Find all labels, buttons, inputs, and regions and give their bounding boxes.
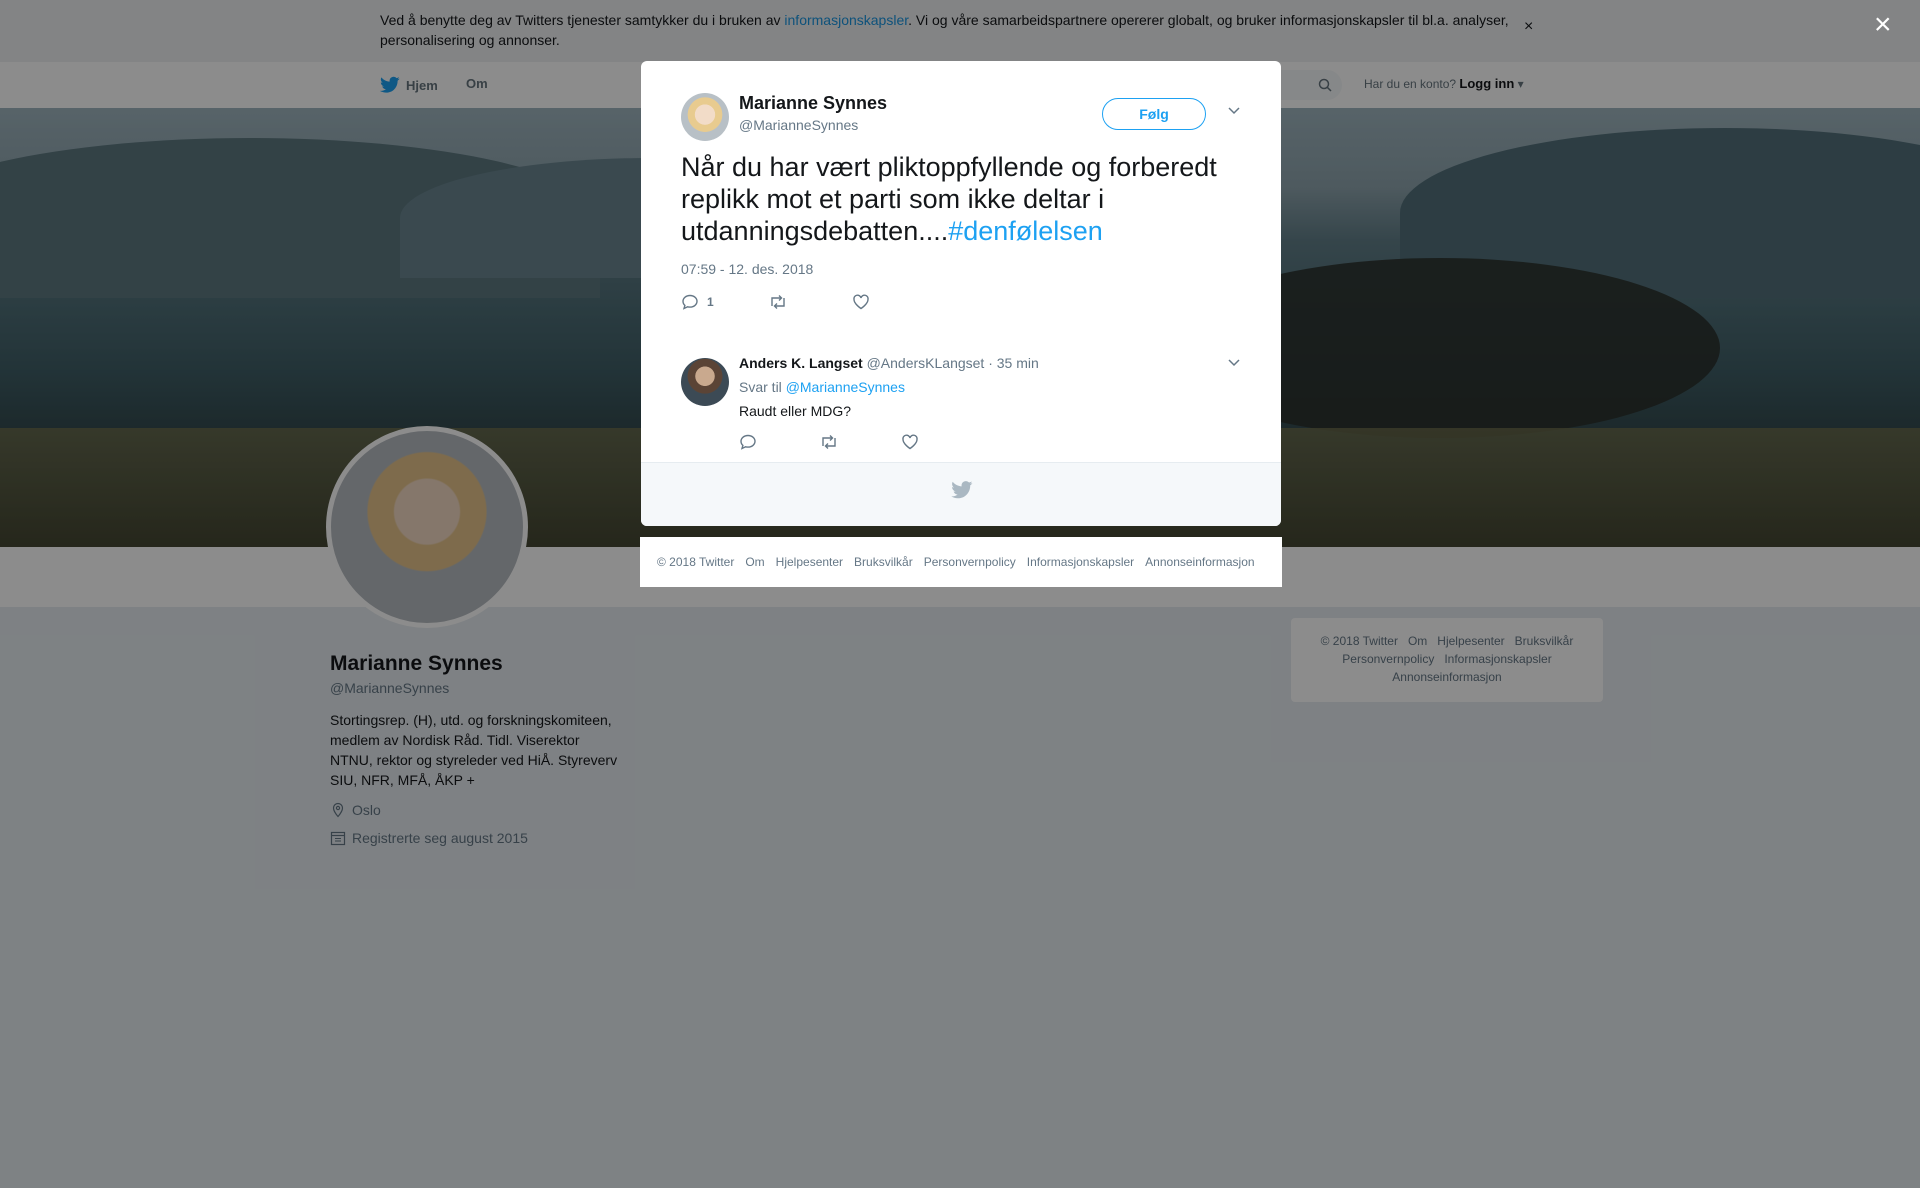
chevron-down-icon[interactable] xyxy=(1227,355,1241,369)
reply-button[interactable]: 1 xyxy=(681,293,714,311)
reply-author-avatar[interactable] xyxy=(681,358,729,406)
tweet-author-handle[interactable]: @MarianneSynnes xyxy=(739,117,858,133)
reply-reply-button[interactable] xyxy=(739,433,757,451)
footer-link[interactable]: Personvernpolicy xyxy=(924,555,1016,569)
footer-link[interactable]: Hjelpesenter xyxy=(776,555,843,569)
reply-tweet[interactable]: Anders K. Langset @AndersKLangset · 35 m… xyxy=(681,353,1247,453)
heart-icon xyxy=(902,434,918,450)
tweet-text: Når du har vært pliktoppfyllende og forb… xyxy=(681,151,1247,247)
tweet-author-name[interactable]: Marianne Synnes xyxy=(739,93,887,114)
reply-to-prefix: Svar til xyxy=(739,379,786,395)
tweet-author-avatar[interactable] xyxy=(681,93,729,141)
footer-link[interactable]: Bruksvilkår xyxy=(854,555,913,569)
follow-button[interactable]: Følg xyxy=(1102,98,1206,130)
reply-to: Svar til @MarianneSynnes xyxy=(739,379,905,395)
tweet-modal: Marianne Synnes @MarianneSynnes Følg Når… xyxy=(641,61,1281,526)
reply-count: 1 xyxy=(707,295,714,309)
footer-link[interactable]: Om xyxy=(745,555,764,569)
like-button[interactable] xyxy=(852,293,870,311)
reply-time[interactable]: · 35 min xyxy=(988,355,1039,371)
reply-icon xyxy=(682,294,698,310)
reply-like-button[interactable] xyxy=(901,433,919,451)
footer-link[interactable]: Annonseinformasjon xyxy=(1145,555,1254,569)
twitter-bird-icon xyxy=(951,481,973,499)
reply-to-handle[interactable]: @MarianneSynnes xyxy=(786,379,905,395)
heart-icon xyxy=(852,294,869,310)
reply-author: Anders K. Langset @AndersKLangset · 35 m… xyxy=(739,355,1039,371)
tweet-timestamp[interactable]: 07:59 - 12. des. 2018 xyxy=(681,261,813,277)
modal-bottom-footer: © 2018 Twitter Om Hjelpesenter Bruksvilk… xyxy=(640,537,1282,587)
reply-text: Raudt eller MDG? xyxy=(739,403,852,419)
chevron-down-icon[interactable] xyxy=(1227,103,1241,117)
footer-link[interactable]: Informasjonskapsler xyxy=(1027,555,1134,569)
reply-retweet-button[interactable] xyxy=(819,433,839,451)
retweet-icon xyxy=(770,295,785,309)
retweet-button[interactable] xyxy=(768,293,788,311)
retweet-icon xyxy=(822,435,836,449)
reply-author-name[interactable]: Anders K. Langset xyxy=(739,355,863,371)
tweet-actions: 1 xyxy=(681,293,910,311)
reply-author-handle[interactable]: @AndersKLangset xyxy=(867,355,985,371)
reply-icon xyxy=(740,434,756,450)
modal-footer xyxy=(641,462,1281,526)
overlay-close-button[interactable]: × xyxy=(1874,10,1892,40)
footer-link[interactable]: © 2018 Twitter xyxy=(657,555,734,569)
hashtag-link[interactable]: #denfølelsen xyxy=(948,216,1103,246)
reply-actions xyxy=(739,433,981,451)
